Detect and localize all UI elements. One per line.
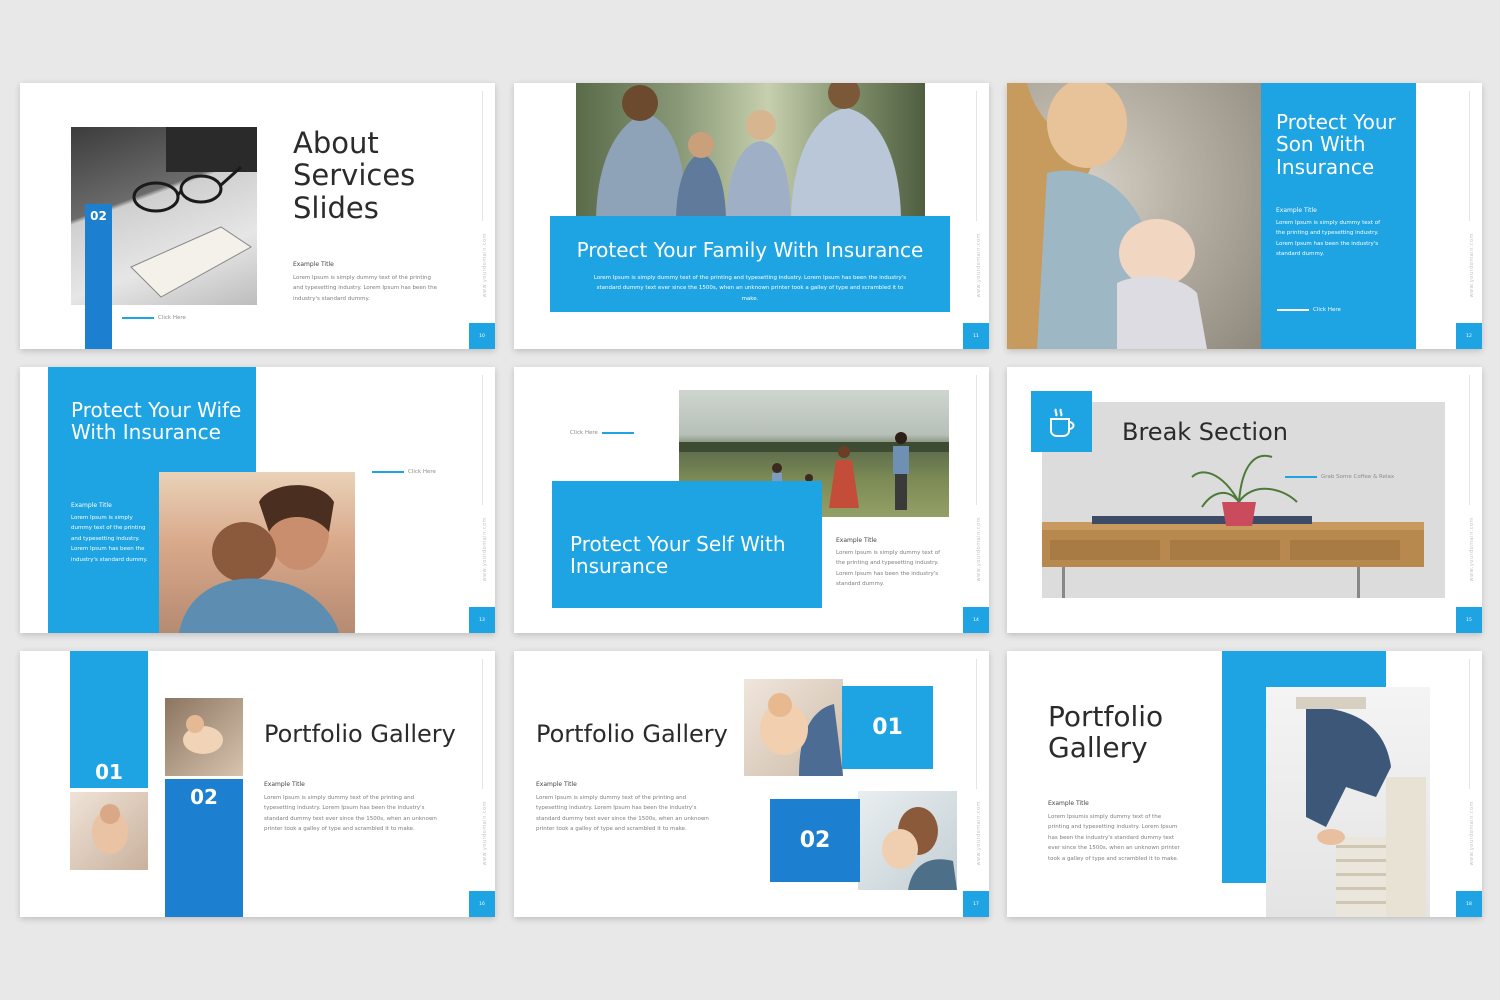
click-here-label: Click Here [408, 469, 436, 475]
website-text: www.yourdomain.com [976, 801, 982, 866]
slide-protect-son[interactable]: Protect Your Son With Insurance Example … [1007, 83, 1482, 349]
page-number: 13 [469, 607, 495, 633]
example-title: Example Title [264, 781, 305, 788]
break-subtitle: Grab Some Coffee & Relax [1285, 474, 1394, 480]
slide-title: Portfolio Gallery [536, 720, 728, 748]
page-number: 15 [1456, 607, 1482, 633]
baby-photo-2 [165, 698, 243, 776]
example-title: Example Title [536, 781, 577, 788]
body-text: Lorem Ipsum is simply dummy text of the … [71, 515, 148, 563]
page-number: 17 [963, 891, 989, 917]
family-forest-photo [576, 83, 925, 223]
baby-photo-1 [70, 792, 148, 870]
divider [482, 375, 483, 505]
slide-portfolio-gallery-3[interactable]: Portfolio Gallery Example Title Lorem Ip… [1007, 651, 1482, 917]
slide-protect-wife[interactable]: Protect Your Wife With Insurance Example… [20, 367, 495, 633]
divider [976, 375, 977, 505]
example-title: Example Title [1276, 207, 1317, 214]
mother-baby-photo-1 [744, 679, 843, 776]
page-number: 12 [1456, 323, 1482, 349]
gallery-number-01: 01 [95, 760, 123, 784]
break-subtitle-label: Grab Some Coffee & Relax [1321, 474, 1395, 480]
gallery-number-02: 02 [190, 785, 218, 809]
slide-break-section[interactable]: Break Section Grab Some Coffee & Relax w… [1007, 367, 1482, 633]
body-text: Lorem Ipsum is simply dummy text of the … [293, 275, 437, 302]
divider [1469, 659, 1470, 789]
example-title: Example Title [1048, 800, 1089, 807]
slide-protect-family[interactable]: Protect Your Family With Insurance Lorem… [514, 83, 989, 349]
example-title: Example Title [71, 502, 112, 509]
body-text: Lorem Ipsum is simply dummy text of the … [264, 795, 437, 833]
divider [1469, 91, 1470, 221]
click-here-label: Click Here [1313, 307, 1341, 313]
page-number: 16 [469, 891, 495, 917]
click-here-label: Click Here [158, 315, 186, 321]
website-text: www.yourdomain.com [482, 233, 488, 298]
body-text: Lorem Ipsumis simply dummy text of the p… [1048, 814, 1180, 862]
page-number: 18 [1456, 891, 1482, 917]
example-title: Example Title [836, 537, 877, 544]
divider [976, 659, 977, 789]
slide-title: Protect Your Self With Insurance [570, 532, 786, 579]
website-text: www.yourdomain.com [482, 517, 488, 582]
divider [482, 659, 483, 789]
click-here-label: Click Here [570, 430, 598, 436]
body-text: Lorem Ipsum is simply dummy text of the … [836, 550, 941, 588]
slide-title: Protect Your Son With Insurance [1276, 110, 1396, 179]
website-text: www.yourdomain.com [482, 801, 488, 866]
link-line [1277, 309, 1309, 311]
books-stack-photo [1266, 687, 1430, 917]
body-text: Lorem Ipsum is simply dummy text of the … [536, 795, 709, 833]
slide-title: Protect Your Wife With Insurance [71, 398, 242, 445]
page-number: 14 [963, 607, 989, 633]
divider [976, 91, 977, 221]
slide-title: Break Section [1122, 418, 1288, 446]
page-number: 10 [469, 323, 495, 349]
website-text: www.yourdomain.com [1469, 233, 1475, 298]
slide-title: Protect Your Family With Insurance [576, 238, 924, 262]
click-here-link[interactable]: Click Here [372, 469, 436, 475]
body-text: Lorem Ipsum is simply dummy text of the … [593, 275, 907, 302]
badge-number: 02 [90, 209, 107, 223]
gallery-number-02: 02 [799, 828, 831, 853]
link-line [1285, 476, 1317, 478]
link-line [601, 432, 634, 434]
website-text: www.yourdomain.com [1469, 517, 1475, 582]
coffee-cup-icon [1049, 407, 1074, 437]
website-text: www.yourdomain.com [976, 233, 982, 298]
click-here-link[interactable]: Click Here [1277, 307, 1341, 313]
coffee-icon-box [1031, 391, 1092, 452]
slide-about-services[interactable]: 02 About Services Slides Example Title L… [20, 83, 495, 349]
slide-protect-self[interactable]: Click Here Protect Your Self With Insura… [514, 367, 989, 633]
couple-hug-photo [159, 472, 355, 633]
slide-title: Portfolio Gallery [264, 720, 456, 748]
link-line [122, 317, 154, 319]
website-text: www.yourdomain.com [976, 517, 982, 582]
example-title: Example Title [293, 261, 334, 268]
link-line [372, 471, 404, 473]
body-text: Lorem Ipsum is simply dummy text of the … [1276, 220, 1381, 258]
slide-portfolio-gallery-1[interactable]: 01 02 Portfolio Gallery Example Title Lo… [20, 651, 495, 917]
slide-title: About Services Slides [293, 126, 416, 225]
click-here-link[interactable]: Click Here [570, 430, 634, 436]
slide-portfolio-gallery-2[interactable]: Portfolio Gallery Example Title Lorem Ip… [514, 651, 989, 917]
gallery-number-01: 01 [872, 715, 903, 740]
mother-baby-photo-2 [858, 791, 957, 890]
click-here-link[interactable]: Click Here [122, 315, 186, 321]
divider [1469, 375, 1470, 505]
page-number: 11 [963, 323, 989, 349]
mother-baby-photo [1007, 83, 1261, 349]
website-text: www.yourdomain.com [1469, 801, 1475, 866]
divider [482, 91, 483, 221]
slide-title: Portfolio Gallery [1048, 700, 1164, 765]
